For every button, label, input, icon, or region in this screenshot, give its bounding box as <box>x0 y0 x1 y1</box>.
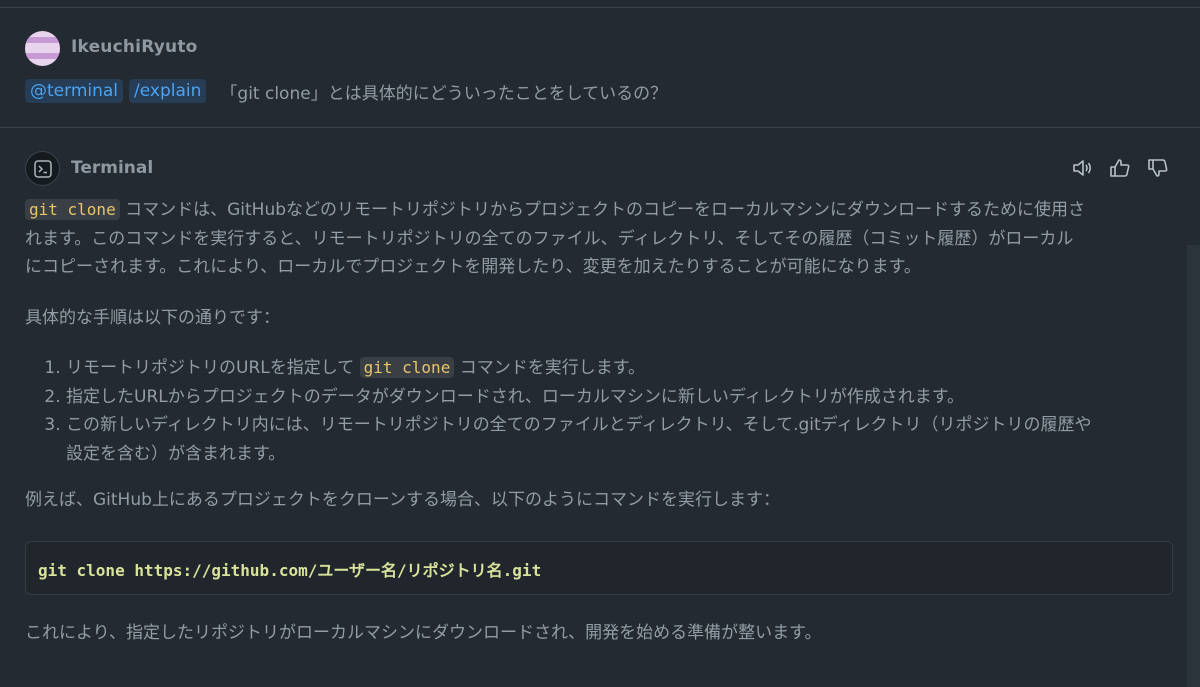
step-text: この新しいディレクトリ内には、リモートリポジトリの全てのファイルとディレクトリ、… <box>66 415 1092 435</box>
avatar-band <box>25 53 60 59</box>
speaker-icon[interactable] <box>1070 156 1094 180</box>
closing-paragraph: これにより、指定したリポジトリがローカルマシンにダウンロードされ、開発を始める準… <box>25 623 822 643</box>
thumbs-down-icon[interactable] <box>1146 156 1170 180</box>
example-heading: 例えば、GitHub上にあるプロジェクトをクローンする場合、以下のようにコマンド… <box>25 490 781 510</box>
scrollbar[interactable] <box>1187 245 1200 687</box>
user-question: 「git clone」とは具体的にどういったことをしているの？ <box>220 83 668 104</box>
message-divider <box>0 127 1200 128</box>
list-item: リモートリポジトリのURLを指定して git clone コマンドを実行します。 <box>66 354 1175 383</box>
code-block[interactable]: git clone https://github.com/ユーザー名/リポジトリ… <box>25 541 1173 595</box>
inline-code: git clone <box>25 199 120 220</box>
user-name: IkeuchiRyuto <box>71 37 198 57</box>
step-text: コマンドを実行します。 <box>454 358 646 378</box>
user-prompt: @terminal /explain 「git clone」とは具体的にどういっ… <box>25 78 667 104</box>
step-text: 設定を含む）が含まれます。 <box>66 443 286 464</box>
intro-text: れます。このコマンドを実行すると、リモートリポジトリの全てのファイル、ディレクト… <box>25 228 1074 249</box>
thumbs-up-icon[interactable] <box>1108 156 1132 180</box>
code-block-text: git clone https://github.com/ユーザー名/リポジトリ… <box>38 561 542 580</box>
response-actions <box>1070 156 1170 180</box>
user-message: IkeuchiRyuto @terminal /explain 「git clo… <box>0 8 1200 128</box>
inline-code: git clone <box>359 357 455 378</box>
avatar-band <box>25 37 60 43</box>
list-item: この新しいディレクトリ内には、リモートリポジトリの全てのファイルとディレクトリ、… <box>66 411 1175 468</box>
user-avatar[interactable] <box>25 31 60 66</box>
command-tag[interactable]: /explain <box>129 79 207 103</box>
bot-header: Terminal <box>0 150 1200 188</box>
steps-heading: 具体的な手順は以下の通りです： <box>25 307 280 328</box>
steps-list: リモートリポジトリのURLを指定して git clone コマンドを実行します。… <box>66 354 1175 468</box>
intro-text: にコピーされます。これにより、ローカルでプロジェクトを開発したり、変更を加えたり… <box>25 257 921 277</box>
step-text: リモートリポジトリのURLを指定して <box>66 358 360 378</box>
intro-paragraph: git clone コマンドは、GitHubなどのリモートリポジトリからプロジェ… <box>25 196 1175 282</box>
terminal-icon <box>25 151 60 186</box>
list-item: 指定したURLからプロジェクトのデータがダウンロードされ、ローカルマシンに新しい… <box>66 383 1175 412</box>
bot-answer: git clone コマンドは、GitHubなどのリモートリポジトリからプロジェ… <box>25 196 1175 515</box>
intro-text: コマンドは、GitHubなどのリモートリポジトリからプロジェクトのコピーをローカ… <box>119 200 1086 220</box>
bot-name: Terminal <box>71 158 154 178</box>
agent-tag[interactable]: @terminal <box>25 79 124 103</box>
